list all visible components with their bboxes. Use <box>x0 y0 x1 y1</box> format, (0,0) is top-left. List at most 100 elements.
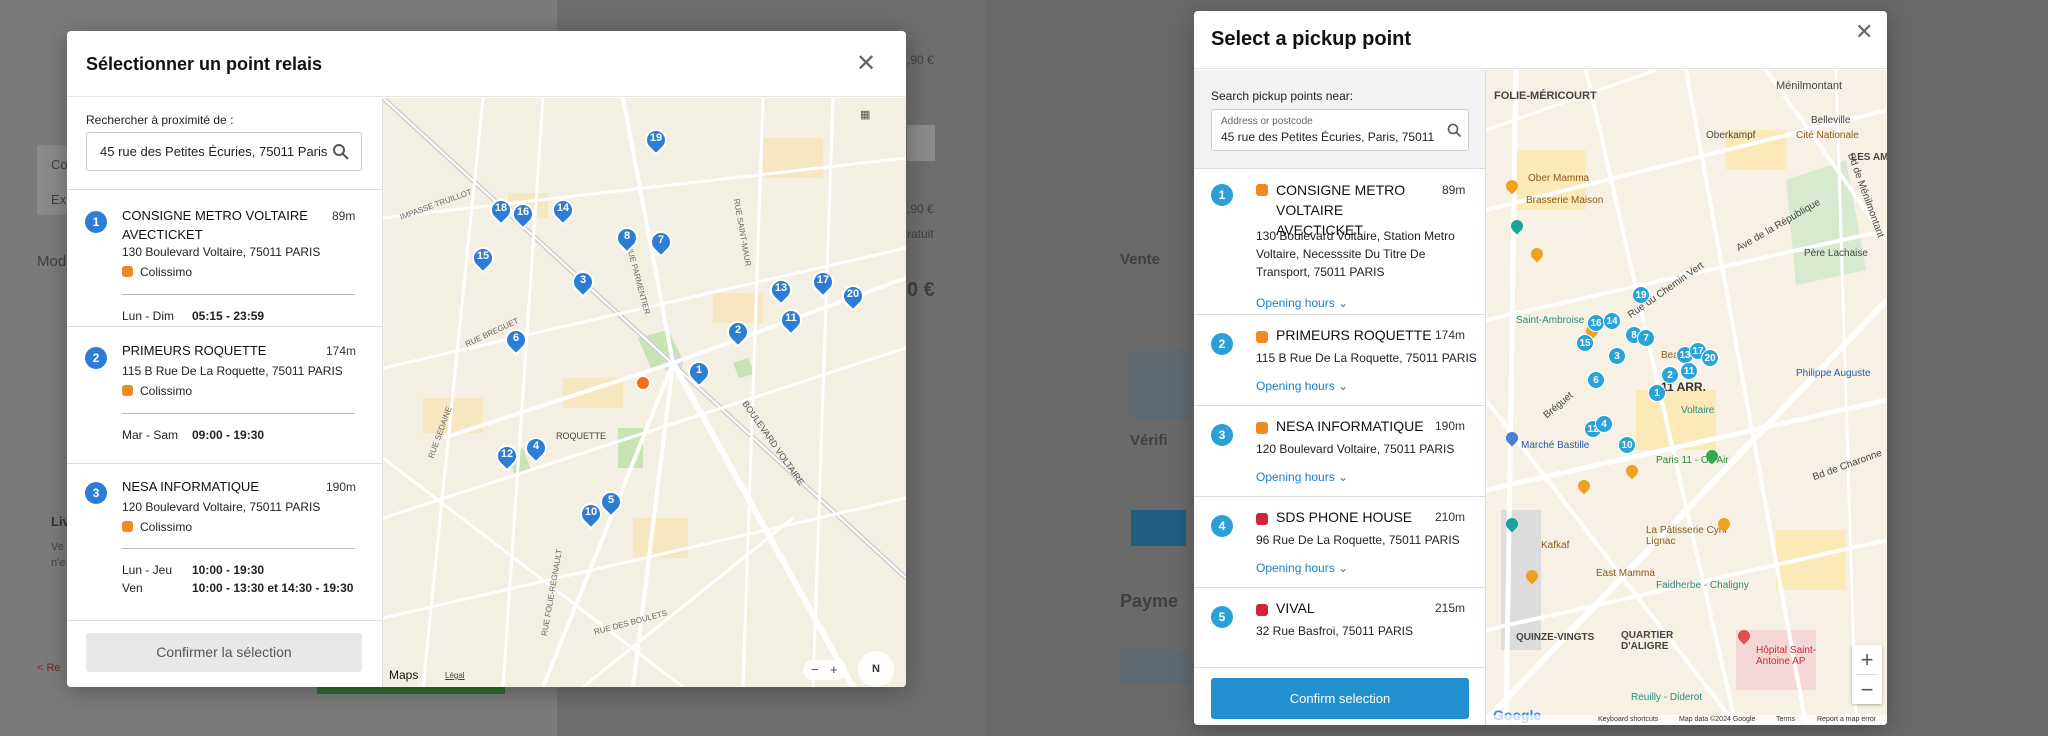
map-pin[interactable]: 10 <box>575 498 607 530</box>
compass-button[interactable]: N <box>858 651 894 687</box>
confirm-selection-button[interactable]: Confirmer la sélection <box>86 633 362 672</box>
search-icon[interactable] <box>332 143 350 161</box>
relay-distance: 190m <box>326 480 357 494</box>
search-section: Search pickup points near: Address or po… <box>1194 70 1485 169</box>
close-icon[interactable]: ✕ <box>1855 21 1873 43</box>
close-icon[interactable]: ✕ <box>856 52 876 76</box>
map-pin[interactable]: 18 <box>485 194 517 226</box>
map-label: Belleville <box>1811 115 1851 126</box>
map-pin[interactable]: 6 <box>1587 371 1605 389</box>
map-label: Philippe Auguste <box>1796 368 1871 379</box>
pickup-distance: 89m <box>1442 183 1466 197</box>
map-pin[interactable]: 5 <box>595 486 627 518</box>
map-pin[interactable]: 2 <box>722 316 754 348</box>
pickup-list-item[interactable]: 2 PRIMEURS ROQUETTE 174m 115 B Rue De La… <box>1194 315 1485 406</box>
zoom-in-button[interactable]: + <box>830 662 838 677</box>
pickup-list-item[interactable]: 5 VIVAL 215m 32 Rue Basfroi, 75011 PARIS <box>1194 588 1485 679</box>
pickup-address: 32 Rue Basfroi, 75011 PARIS <box>1256 624 1413 638</box>
map-label: QUINZE-VINGTS <box>1516 632 1595 643</box>
relay-name: NESA INFORMATIQUE <box>122 479 259 494</box>
relay-list-item[interactable]: 1 CONSIGNE METRO VOLTAIRE AVECTICKET 89m… <box>67 190 382 327</box>
bg-fragment: Vérifi <box>1130 432 1168 449</box>
map-pin[interactable]: 12 <box>491 440 523 472</box>
map-pin[interactable]: 13 <box>765 274 797 306</box>
opening-hours-toggle[interactable]: Opening hours ⌄ <box>1256 561 1348 575</box>
map-pin[interactable]: 7 <box>645 226 677 258</box>
hours-days: Ven <box>122 581 143 595</box>
map-pin[interactable]: 20 <box>1701 349 1719 367</box>
pickup-list-item[interactable]: 4 SDS PHONE HOUSE 210m 96 Rue De La Roqu… <box>1194 497 1485 588</box>
bg-fragment: ,90 € <box>907 202 934 216</box>
map-attribution-bar: Keyboard shortcuts Map data ©2024 Google… <box>1486 715 1887 725</box>
opening-hours-toggle[interactable]: Opening hours ⌄ <box>1256 379 1348 393</box>
zoom-out-button[interactable]: − <box>1852 675 1882 704</box>
map-pin[interactable]: 2 <box>1661 366 1679 384</box>
map-label: Reuilly - Diderot <box>1631 692 1703 703</box>
pin-number-icon: 4 <box>1211 515 1233 537</box>
colissimo-icon <box>122 521 133 532</box>
map-pin[interactable]: 6 <box>500 324 532 356</box>
map-pin[interactable]: 14 <box>547 194 579 226</box>
map-label: Ober Mamma <box>1528 173 1590 184</box>
map-pin[interactable]: 1 <box>683 356 715 388</box>
map-pin[interactable]: 14 <box>1603 312 1621 330</box>
pin-number-icon: 2 <box>1211 333 1233 355</box>
relay-name: CONSIGNE METRO VOLTAIRE AVECTICKET <box>122 208 308 242</box>
search-input[interactable] <box>1221 130 1443 144</box>
map-pin[interactable]: 11 <box>1680 362 1698 380</box>
search-input[interactable] <box>100 144 330 159</box>
map-type-icon[interactable]: ▦ <box>860 108 870 121</box>
opening-hours-toggle[interactable]: Opening hours ⌄ <box>1256 296 1348 310</box>
map-pin[interactable]: 4 <box>520 432 552 464</box>
confirm-selection-button[interactable]: Confirm selection <box>1211 678 1469 719</box>
relay-list-item[interactable]: 3 NESA INFORMATIQUE 190m 120 Boulevard V… <box>67 464 382 634</box>
terms-link[interactable]: Terms <box>1776 716 1795 723</box>
background-button <box>907 125 935 161</box>
map-pin[interactable]: 7 <box>1637 329 1655 347</box>
zoom-out-button[interactable]: − <box>811 662 819 677</box>
pickup-list-item[interactable]: 1 CONSIGNE METRO VOLTAIRE AVECTICKET 89m… <box>1194 169 1485 315</box>
report-map-error-link[interactable]: Report a map error <box>1817 716 1876 723</box>
map-pin[interactable]: 17 <box>807 266 839 298</box>
relay-list-item[interactable]: 2 PRIMEURS ROQUETTE 174m 115 B Rue De La… <box>67 327 382 464</box>
carrier-badge-icon <box>1256 604 1268 616</box>
map-pin[interactable]: 16 <box>507 198 539 230</box>
map-pin[interactable]: 8 <box>611 222 643 254</box>
map-label: La Pâtisserie Cyril Lignac <box>1646 525 1727 547</box>
zoom-in-button[interactable]: + <box>1852 645 1882 674</box>
map-pin[interactable]: 3 <box>567 266 599 298</box>
legal-link[interactable]: Légal <box>445 671 465 680</box>
pickup-name: NESA INFORMATIQUE <box>1276 418 1424 434</box>
pin-number-icon: 2 <box>85 347 107 369</box>
map-pin[interactable]: 15 <box>467 242 499 274</box>
map-pin[interactable]: 20 <box>837 280 869 312</box>
map-pin[interactable]: 19 <box>640 124 672 156</box>
relay-address: 130 Boulevard Voltaire, 75011 PARIS <box>122 245 321 259</box>
opening-hours-toggle[interactable]: Opening hours ⌄ <box>1256 470 1348 484</box>
pin-number-icon: 3 <box>1211 424 1233 446</box>
map-pin[interactable]: 19 <box>1632 286 1650 304</box>
search-field[interactable] <box>86 132 362 171</box>
relay-address: 115 B Rue De La Roquette, 75011 PARIS <box>122 364 343 378</box>
map-pin[interactable]: 15 <box>1576 334 1594 352</box>
right-pane: Vente Payme Vérifi Select a pickup point… <box>985 0 2048 736</box>
map-pin[interactable]: 4 <box>1595 415 1613 433</box>
search-field[interactable]: Address or postcode <box>1211 109 1469 151</box>
map-pin[interactable]: 11 <box>775 304 807 336</box>
pickup-list-panel: Search pickup points near: Address or po… <box>1194 70 1486 725</box>
bg-fragment: Ve <box>51 541 64 553</box>
keyboard-shortcuts-link[interactable]: Keyboard shortcuts <box>1598 716 1658 723</box>
pickup-list-item[interactable]: 3 NESA INFORMATIQUE 190m 120 Boulevard V… <box>1194 406 1485 497</box>
map-pin[interactable]: 1 <box>1648 384 1666 402</box>
map-view[interactable]: FOLIE-MÉRICOURT Ménilmontant LES AMA Obe… <box>1486 70 1887 725</box>
search-icon[interactable] <box>1447 123 1462 138</box>
map-view[interactable]: IMPASSE TRUILLOT RUE SEDAINE BOULEVARD V… <box>383 98 906 687</box>
hours-days: Lun - Jeu <box>122 563 173 577</box>
hours-time: 05:15 - 23:59 <box>192 309 265 323</box>
background-box <box>1130 350 1190 420</box>
select-pickup-point-dialog: Select a pickup point ✕ Search pickup po… <box>1194 11 1887 725</box>
chevron-down-icon: ⌄ <box>1338 470 1349 484</box>
pickup-distance: 215m <box>1435 601 1466 615</box>
map-pin[interactable]: 3 <box>1608 347 1626 365</box>
map-pin[interactable]: 10 <box>1618 436 1636 454</box>
